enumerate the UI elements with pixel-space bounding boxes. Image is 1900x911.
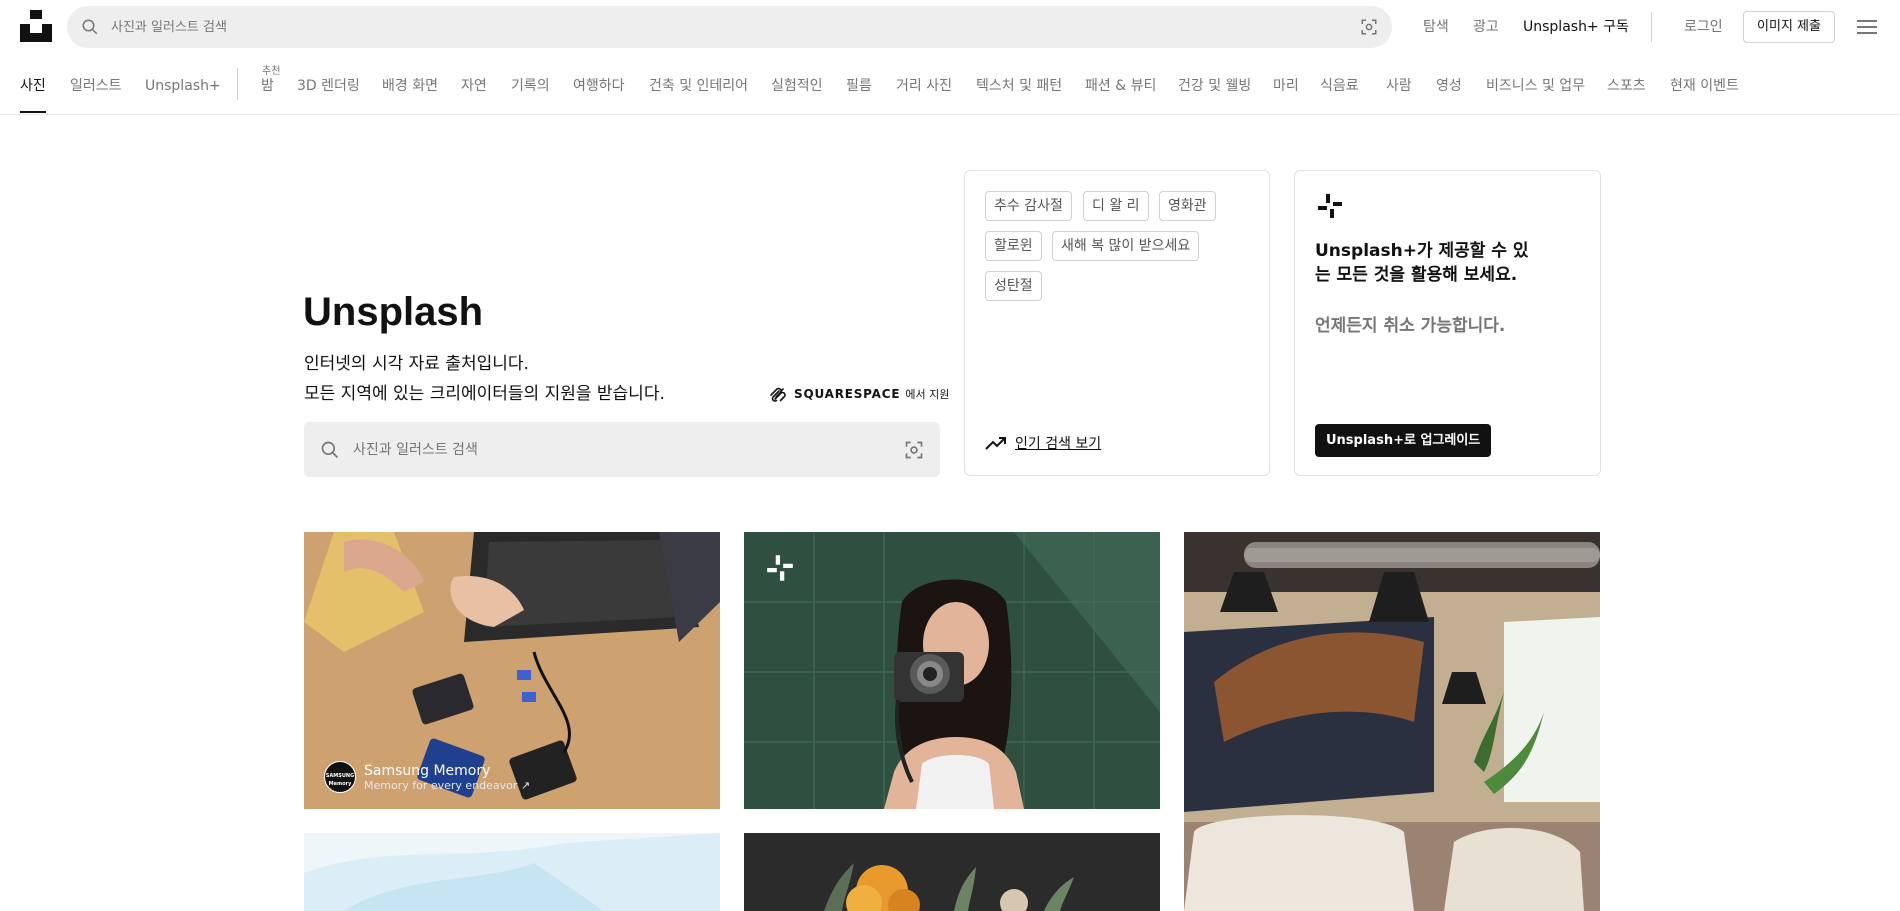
visual-search-icon[interactable] <box>1360 18 1378 36</box>
photo-paper-flowers[interactable] <box>744 833 1160 911</box>
plus-subtext: 언제든지 취소 가능합니다. <box>1315 316 1506 336</box>
menu-icon[interactable] <box>1857 17 1877 37</box>
trending-tag[interactable]: 할로윈 <box>985 231 1042 261</box>
photo-interior-room[interactable] <box>1184 532 1600 911</box>
photo-image <box>744 833 1160 911</box>
login-link[interactable]: 로그인 <box>1684 0 1723 54</box>
hero-search-bar <box>304 422 940 477</box>
squarespace-sponsor[interactable]: SQUARESPACE 에서 지원 <box>769 384 949 404</box>
header-divider <box>1651 12 1652 42</box>
nav-ads[interactable]: 광고 <box>1473 0 1499 54</box>
category-food[interactable]: 식음료 <box>1320 54 1359 114</box>
category-documentary[interactable]: 기록의 <box>511 54 550 114</box>
photo-woman-camcorder[interactable] <box>744 532 1160 809</box>
top-header: 탐색 광고 Unsplash+ 구독 로그인 이미지 제출 <box>0 0 1900 54</box>
category-nav: 사진 일러스트 Unsplash+ 추천 밤 3D 렌더링 배경 화면 자연 기… <box>0 54 1900 115</box>
trending-arrow-icon <box>985 437 1006 450</box>
tab-illustrations[interactable]: 일러스트 <box>70 54 122 114</box>
photo-image <box>1184 532 1600 911</box>
hero-tagline-1: 인터넷의 시각 자료 출처입니다. <box>304 354 529 374</box>
plus-badge-icon <box>767 555 793 581</box>
sponsor-name: Samsung Memory <box>364 762 491 779</box>
category-architecture[interactable]: 건축 및 인테리어 <box>649 54 748 114</box>
nav-explore[interactable]: 탐색 <box>1423 0 1449 54</box>
tab-photos[interactable]: 사진 <box>20 54 46 114</box>
unsplash-plus-card: Unsplash+가 제공할 수 있는 모든 것을 활용해 보세요. 언제든지 … <box>1294 170 1601 476</box>
search-icon[interactable] <box>81 18 99 36</box>
sponsor-avatar: SAMSUNG Memory <box>324 761 356 793</box>
hero-title: Unsplash <box>303 290 484 334</box>
category-business[interactable]: 비즈니스 및 업무 <box>1486 54 1585 114</box>
trending-tag[interactable]: 영화관 <box>1159 191 1216 221</box>
category-health[interactable]: 건강 및 웰빙 <box>1178 54 1251 114</box>
unsplash-logo[interactable] <box>20 10 52 42</box>
squarespace-icon <box>770 387 786 402</box>
visual-search-icon[interactable] <box>904 440 924 460</box>
photo-image <box>304 833 720 911</box>
category-fashion[interactable]: 패션 & 뷰티 <box>1085 54 1156 114</box>
hero-search-input[interactable] <box>353 422 893 477</box>
nav-subscribe-plus[interactable]: Unsplash+ 구독 <box>1523 0 1629 54</box>
category-street[interactable]: 거리 사진 <box>896 54 952 114</box>
submit-image-button[interactable]: 이미지 제출 <box>1743 11 1835 43</box>
sponsor-info[interactable]: SAMSUNG Memory Samsung Memory Memory for… <box>324 761 530 793</box>
trending-searches-link[interactable]: 인기 검색 보기 <box>985 433 1101 453</box>
photo-image <box>744 532 1160 809</box>
category-experimental[interactable]: 실험적인 <box>771 54 823 114</box>
unsplash-plus-logo-icon <box>1318 194 1342 218</box>
photo-laptop-ssd[interactable]: SAMSUNG Memory Samsung Memory Memory for… <box>304 532 720 809</box>
plus-headline: Unsplash+가 제공할 수 있는 모든 것을 활용해 보세요. <box>1315 241 1529 285</box>
trending-tag[interactable]: 성탄절 <box>985 271 1042 301</box>
category-sports[interactable]: 스포츠 <box>1607 54 1646 114</box>
sponsor-tagline: Memory for every endeavor ↗ <box>364 778 531 792</box>
category-people[interactable]: 사람 <box>1386 54 1412 114</box>
squarespace-name: SQUARESPACE <box>794 387 901 401</box>
top-search-input[interactable] <box>111 6 1311 48</box>
category-wallpapers[interactable]: 배경 화면 <box>382 54 438 114</box>
category-nature[interactable]: 자연 <box>461 54 487 114</box>
trending-tag[interactable]: 추수 감사절 <box>985 191 1072 221</box>
category-animals[interactable]: 마리 <box>1273 54 1299 114</box>
trending-tag[interactable]: 새해 복 많이 받으세요 <box>1052 231 1200 261</box>
trending-link-text: 인기 검색 보기 <box>1015 436 1102 452</box>
category-travel[interactable]: 여행하다 <box>573 54 625 114</box>
upgrade-plus-button[interactable]: Unsplash+로 업그레이드 <box>1315 424 1492 457</box>
photo-light-abstract[interactable] <box>304 833 720 911</box>
trending-tag[interactable]: 디 왈 리 <box>1083 191 1149 221</box>
category-textures[interactable]: 텍스처 및 패턴 <box>976 54 1062 114</box>
search-icon[interactable] <box>320 440 340 460</box>
category-3d-renders[interactable]: 3D 렌더링 <box>297 54 360 114</box>
hero-tagline-2: 모든 지역에 있는 크리에이터들의 지원을 받습니다. <box>304 384 665 404</box>
category-night[interactable]: 밤 <box>261 54 274 114</box>
sponsor-suffix: 에서 지원 <box>905 388 950 401</box>
trending-searches-card: 추수 감사절 디 왈 리 영화관 할로윈 새해 복 많이 받으세요 성탄절 인기… <box>964 170 1270 476</box>
tab-unsplash-plus[interactable]: Unsplash+ <box>145 54 221 114</box>
top-search-bar <box>67 6 1392 48</box>
category-divider <box>237 68 238 100</box>
category-film[interactable]: 필름 <box>846 54 872 114</box>
category-current-events[interactable]: 현재 이벤트 <box>1670 54 1739 114</box>
category-spirituality[interactable]: 영성 <box>1436 54 1462 114</box>
active-tab-underline <box>20 111 46 113</box>
